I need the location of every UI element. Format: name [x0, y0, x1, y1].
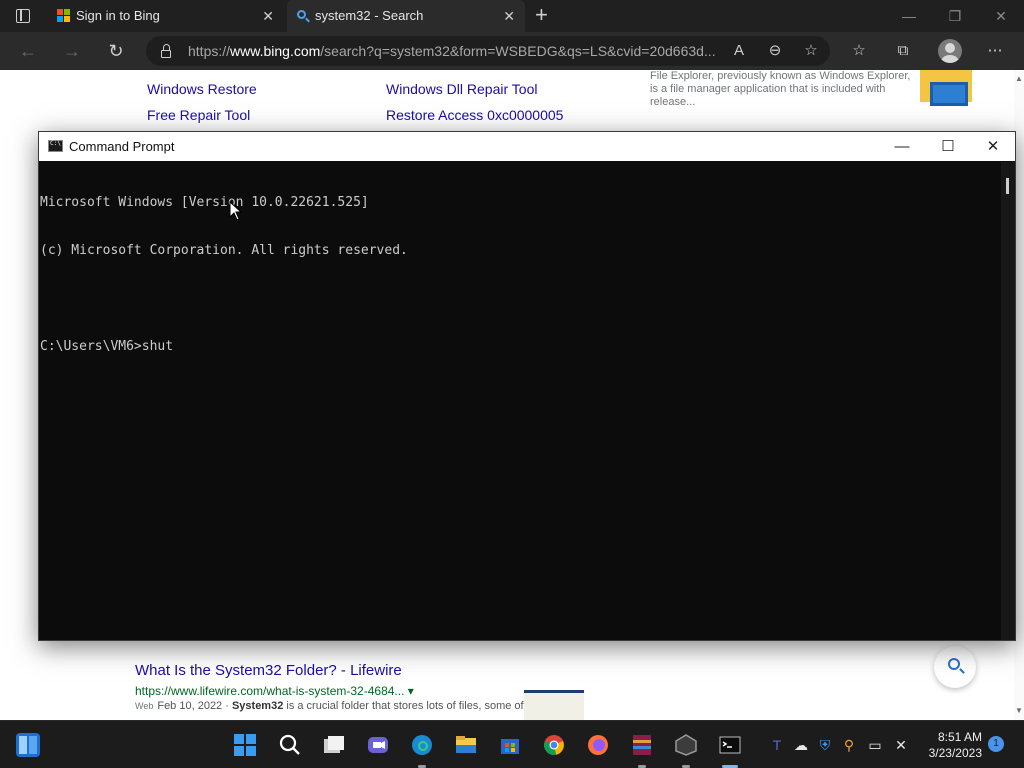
console-line: Microsoft Windows [Version 10.0.22621.52… [40, 195, 369, 210]
system-clock[interactable]: 8:51 AM 3/23/2023 [920, 729, 982, 761]
taskbar: T ☁ ⛨ ⚲ ▭ ✕ 8:51 AM 3/23/2023 1 [0, 720, 1024, 768]
teams-chat-icon[interactable] [366, 733, 390, 757]
related-link[interactable]: Restore Access 0xc0000005 [386, 107, 563, 123]
tab-label: system32 - Search [315, 8, 424, 23]
related-link[interactable]: Windows Dll Repair Tool [386, 81, 537, 97]
cmd-window-title: Command Prompt [69, 139, 175, 154]
tab-actions-icon[interactable] [16, 9, 30, 23]
search-icon[interactable] [278, 733, 302, 757]
close-tab-icon[interactable]: ✕ [503, 0, 515, 32]
search-icon [297, 10, 306, 19]
restore-icon[interactable]: ❐ [932, 0, 978, 32]
scroll-down-icon[interactable]: ▼ [1015, 706, 1023, 715]
console-output[interactable]: Microsoft Windows [Version 10.0.22621.52… [39, 162, 999, 640]
url-text[interactable]: https://www.bing.com/search?q=system32&f… [188, 36, 728, 66]
tab-label: Sign in to Bing [76, 8, 160, 23]
microsoft-logo-icon [57, 9, 71, 23]
start-windows-icon[interactable] [233, 733, 257, 757]
cmd-scrollbar-thumb[interactable] [1006, 178, 1009, 194]
browser-tab-bar: Sign in to Bing ✕ system32 - Search ✕ + … [0, 0, 1024, 32]
result-thumbnail[interactable] [524, 690, 584, 720]
search-icon [948, 658, 960, 670]
command-prompt-window[interactable]: Command Prompt — ☐ ✕ Microsoft Windows [… [38, 131, 1016, 641]
forward-icon[interactable]: → [60, 40, 84, 62]
new-tab-button[interactable]: + [535, 4, 548, 26]
more-options-icon[interactable]: ⋯ [984, 40, 1006, 62]
microsoft-store-icon[interactable] [498, 733, 522, 757]
related-link[interactable]: Windows Restore [147, 81, 257, 97]
address-toolbar: ← → ↻ https://www.bing.com/search?q=syst… [0, 32, 1024, 70]
close-window-icon[interactable]: ✕ [978, 0, 1024, 32]
close-tab-icon[interactable]: ✕ [262, 0, 274, 32]
back-icon[interactable]: ← [16, 40, 40, 62]
edge-browser-icon[interactable] [410, 733, 434, 757]
virtualbox-icon[interactable] [674, 733, 698, 757]
add-favorite-icon[interactable]: ☆ [800, 40, 822, 62]
maximize-icon[interactable]: ☐ [925, 132, 971, 161]
task-view-icon[interactable] [322, 733, 346, 757]
close-window-icon[interactable]: ✕ [970, 132, 1016, 161]
winrar-icon[interactable] [630, 733, 654, 757]
onedrive-icon[interactable]: ☁ [792, 736, 810, 754]
result-title-link[interactable]: What Is the System32 Folder? - Lifewire [135, 662, 402, 679]
search-fab-button[interactable] [934, 646, 976, 688]
address-bar[interactable]: https://www.bing.com/search?q=system32&f… [146, 36, 830, 66]
file-explorer-image[interactable] [920, 70, 972, 106]
widgets-icon[interactable] [16, 733, 40, 757]
mouse-cursor-icon [229, 201, 243, 221]
notification-badge[interactable]: 1 [988, 736, 1004, 752]
lock-icon[interactable] [161, 44, 171, 58]
cmd-app-icon [48, 140, 63, 152]
file-explorer-icon[interactable] [454, 733, 478, 757]
minimize-icon[interactable]: — [879, 132, 925, 161]
teams-tray-icon[interactable]: T [768, 736, 786, 754]
collections-icon[interactable]: ⧉ [892, 40, 914, 62]
scroll-up-icon[interactable]: ▲ [1015, 74, 1023, 83]
result-url[interactable]: https://www.lifewire.com/what-is-system-… [135, 684, 414, 698]
tab-system32-search[interactable]: system32 - Search ✕ [287, 0, 525, 32]
command-prompt-taskbar-icon[interactable] [718, 733, 742, 757]
minimize-icon[interactable]: — [886, 0, 932, 32]
file-explorer-snippet: File Explorer, previously known as Windo… [650, 70, 911, 108]
network-icon[interactable]: ▭ [866, 736, 884, 754]
tab-sign-in-bing[interactable]: Sign in to Bing ✕ [48, 0, 284, 32]
clock-date: 3/23/2023 [928, 746, 982, 760]
firefox-icon[interactable] [586, 733, 610, 757]
result-snippet: Web Feb 10, 2022 · System32 is a crucial … [135, 700, 524, 712]
search-tray-icon[interactable]: ⚲ [840, 736, 858, 754]
console-line: (c) Microsoft Corporation. All rights re… [40, 243, 408, 258]
zoom-icon[interactable]: ⊖ [764, 40, 786, 62]
console-prompt-line[interactable]: C:\Users\VM6>shut [40, 339, 999, 355]
related-link[interactable]: Free Repair Tool [147, 107, 250, 123]
profile-avatar[interactable] [938, 39, 962, 63]
refresh-icon[interactable]: ↻ [104, 40, 128, 62]
cmd-scrollbar[interactable] [1001, 162, 1015, 640]
clock-time: 8:51 AM [937, 730, 982, 744]
read-aloud-icon[interactable]: A [728, 40, 750, 62]
security-shield-icon[interactable]: ⛨ [816, 736, 834, 754]
chrome-icon[interactable] [542, 733, 566, 757]
volume-muted-icon[interactable]: ✕ [892, 736, 910, 754]
favorites-icon[interactable]: ☆ [848, 40, 870, 62]
cmd-titlebar[interactable]: Command Prompt — ☐ ✕ [39, 132, 1015, 161]
